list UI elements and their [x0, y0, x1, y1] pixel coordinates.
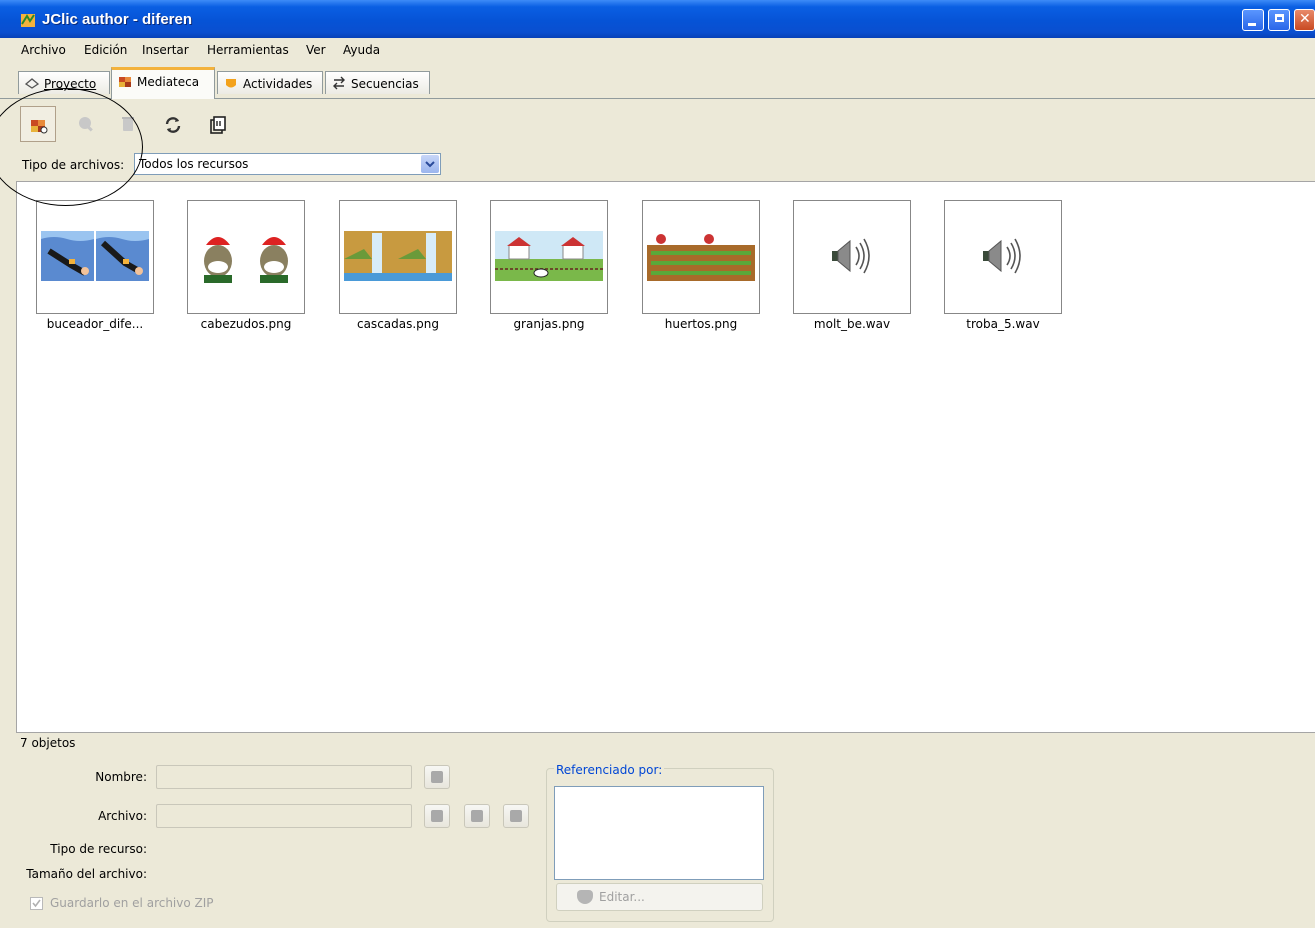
tab-label: Actividades	[243, 77, 313, 91]
image-thumbnail[interactable]	[187, 200, 305, 314]
edit-reference-button[interactable]: Editar...	[556, 883, 763, 911]
checkmark-icon	[32, 899, 41, 908]
speaker-icon	[832, 238, 870, 274]
menu-herramientas[interactable]: Herramientas	[207, 43, 289, 57]
referenced-by-legend: Referenciado por:	[554, 763, 665, 777]
preview-button[interactable]	[68, 106, 104, 142]
tab-label: Proyecto	[44, 77, 97, 91]
add-media-icon	[31, 120, 48, 134]
thumbnail-image	[647, 231, 755, 281]
save-file-button[interactable]	[464, 804, 490, 828]
activities-icon	[226, 79, 236, 88]
file-field[interactable]	[156, 804, 412, 828]
name-label: Nombre:	[95, 770, 147, 784]
window-title-bar: JClic author - diferen ✕	[0, 0, 1315, 38]
minimize-icon	[1248, 23, 1256, 26]
restore-button[interactable]	[1268, 9, 1290, 31]
tab-mediateca[interactable]: Mediateca	[111, 67, 215, 99]
media-caption: buceador_dife...	[46, 317, 144, 331]
add-media-button[interactable]	[20, 106, 56, 142]
zip-label: Guardarlo en el archivo ZIP	[50, 896, 214, 910]
update-button[interactable]	[154, 106, 190, 142]
thumbnail-image	[204, 237, 288, 283]
media-caption: huertos.png	[664, 317, 738, 331]
export-icon	[210, 116, 226, 134]
image-thumbnail[interactable]	[642, 200, 760, 314]
refresh-icon	[510, 810, 522, 822]
thumbnail-image	[41, 231, 149, 281]
file-label: Archivo:	[98, 809, 147, 823]
zip-checkbox[interactable]	[30, 897, 43, 910]
audio-thumbnail[interactable]	[944, 200, 1062, 314]
edit-icon	[431, 771, 443, 783]
image-thumbnail[interactable]	[490, 200, 608, 314]
tab-actividades[interactable]: Actividades	[217, 71, 323, 94]
close-icon: ✕	[1299, 11, 1311, 27]
chevron-down-icon[interactable]	[421, 155, 439, 173]
activity-icon	[577, 890, 593, 904]
thumbnail-image	[344, 231, 452, 281]
restore-icon	[1275, 14, 1284, 22]
tab-label: Secuencias	[351, 77, 419, 91]
sequences-icon	[333, 76, 345, 90]
file-size-label: Tamaño del archivo:	[26, 867, 147, 881]
referenced-by-list[interactable]	[554, 786, 764, 880]
image-thumbnail[interactable]	[36, 200, 154, 314]
media-caption: molt_be.wav	[813, 317, 891, 331]
menu-archivo[interactable]: Archivo	[21, 43, 66, 57]
magnifier-icon	[79, 117, 93, 132]
thumbnail-image	[495, 231, 603, 281]
name-field[interactable]	[156, 765, 412, 789]
tab-secuencias[interactable]: Secuencias	[325, 71, 430, 94]
menu-ayuda[interactable]: Ayuda	[343, 43, 380, 57]
speaker-icon	[983, 238, 1021, 274]
close-button[interactable]: ✕	[1294, 9, 1315, 31]
audio-thumbnail[interactable]	[793, 200, 911, 314]
folder-icon	[431, 810, 443, 822]
menu-bar: Archivo Edición Insertar Herramientas Ve…	[0, 38, 1315, 62]
file-type-filter-row: Tipo de archivos: Todos los recursos	[0, 150, 1315, 180]
refresh-file-button[interactable]	[503, 804, 529, 828]
menu-insertar[interactable]: Insertar	[142, 43, 189, 57]
open-file-button[interactable]	[424, 804, 450, 828]
media-grid: buceador_dife... cabezudos.png cascadas.pn…	[16, 181, 1315, 733]
trash-icon	[122, 117, 134, 131]
media-toolbar	[16, 100, 1315, 144]
export-button[interactable]	[199, 106, 235, 142]
minimize-button[interactable]	[1242, 9, 1264, 31]
save-icon	[471, 810, 483, 822]
jclic-app-icon	[21, 14, 35, 27]
edit-name-button[interactable]	[424, 765, 450, 789]
media-caption: granjas.png	[513, 317, 585, 331]
media-library-icon	[119, 77, 131, 87]
delete-button[interactable]	[110, 106, 146, 142]
file-type-label: Tipo de archivos:	[22, 158, 125, 172]
window-title: JClic author - diferen	[42, 11, 193, 28]
media-caption: cabezudos.png	[200, 317, 292, 331]
file-type-select[interactable]: Todos los recursos	[134, 153, 441, 175]
tab-proyecto[interactable]: Proyecto	[18, 71, 110, 94]
object-count: 7 objetos	[20, 736, 76, 750]
refresh-icon	[165, 117, 181, 133]
project-icon	[25, 78, 39, 89]
image-thumbnail[interactable]	[339, 200, 457, 314]
tab-label: Mediateca	[137, 75, 200, 89]
file-type-value: Todos los recursos	[139, 157, 249, 171]
media-caption: cascadas.png	[356, 317, 440, 331]
menu-edicion[interactable]: Edición	[84, 43, 127, 57]
media-caption: troba_5.wav	[966, 317, 1040, 331]
menu-ver[interactable]: Ver	[306, 43, 326, 57]
tab-strip: Proyecto Mediateca Actividades Secuencia…	[0, 66, 1315, 99]
edit-label: Editar...	[599, 890, 645, 904]
resource-type-label: Tipo de recurso:	[50, 842, 147, 856]
